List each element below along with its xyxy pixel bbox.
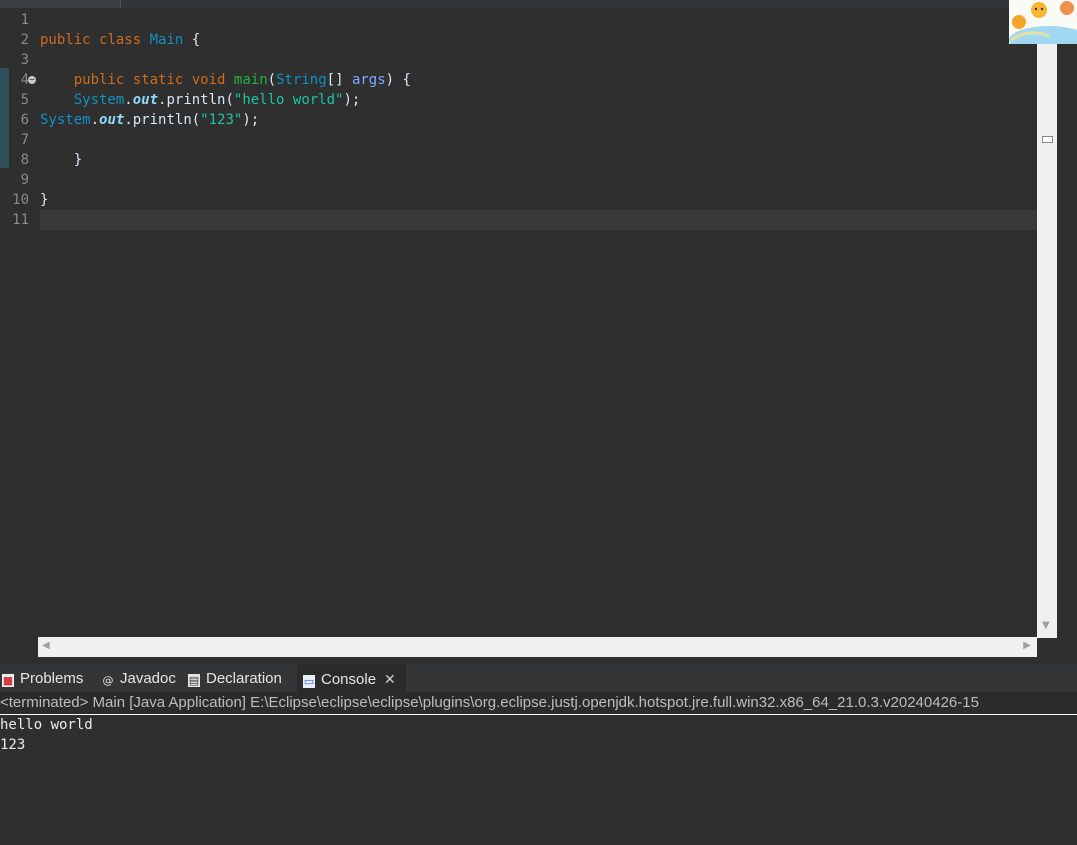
editor-tab-main-java[interactable] [0, 0, 121, 8]
code-line[interactable] [40, 210, 1037, 230]
line-number: 11 [12, 212, 29, 228]
scroll-left-icon[interactable]: ◀ [42, 640, 50, 651]
editor-tab-strip [0, 0, 1077, 8]
java-editor[interactable]: 1 2 3 4− 5 6 7 8 9 10 11 public class Main { publi… [0, 8, 1037, 638]
problems-icon: ■ [2, 674, 14, 687]
overview-ruler [1057, 8, 1077, 658]
code-line[interactable] [40, 10, 1037, 30]
line-number: 6 [20, 112, 29, 128]
fold-collapse-icon[interactable]: − [28, 76, 36, 84]
line-number: 5 [20, 92, 29, 108]
line-number: 9 [20, 172, 29, 188]
code-line[interactable]: System.out.println("hello world"); [40, 90, 1037, 110]
line-number-gutter: 1 2 3 4− 5 6 7 8 9 10 11 [0, 8, 40, 638]
close-icon[interactable]: ✕ [384, 671, 396, 687]
code-line[interactable]: } [40, 190, 1037, 210]
line-number: 10 [12, 192, 29, 208]
code-line[interactable]: System.out.println("123"); [40, 110, 1037, 130]
editor-horizontal-scrollbar[interactable]: ◀ ▶ [38, 637, 1037, 657]
line-number: 3 [20, 52, 29, 68]
console-icon: ▭ [303, 675, 315, 688]
line-number: 8 [20, 152, 29, 168]
javadoc-icon: @ [102, 674, 114, 687]
code-line[interactable] [40, 50, 1037, 70]
console-process-description: <terminated> Main [Java Application] E:\… [0, 692, 1077, 715]
tab-javadoc[interactable]: @ Javadoc [102, 664, 176, 692]
code-line[interactable] [40, 170, 1037, 190]
console-output[interactable]: hello world 123 [0, 715, 1077, 845]
code-line[interactable]: public static void main(String[] args) { [40, 70, 1037, 90]
line-number: 7 [20, 132, 29, 148]
scroll-down-icon[interactable]: ▼ [1042, 620, 1050, 631]
code-line[interactable]: public class Main { [40, 30, 1037, 50]
views-tab-bar: ■ Problems @ Javadoc ▤ Declaration ▭ Console… [0, 664, 1077, 692]
declaration-icon: ▤ [188, 674, 200, 687]
line-number: 2 [20, 32, 29, 48]
overview-ruler-marker[interactable] [1042, 136, 1053, 143]
console-output-line: hello world [0, 717, 93, 733]
scroll-right-icon[interactable]: ▶ [1023, 640, 1031, 651]
tab-console[interactable]: ▭ Console ✕ [297, 664, 406, 692]
avatar-image [1009, 0, 1077, 44]
tab-declaration[interactable]: ▤ Declaration [188, 664, 282, 692]
tab-problems[interactable]: ■ Problems [2, 664, 83, 692]
console-output-line: 123 [0, 737, 26, 753]
code-line[interactable] [40, 130, 1037, 150]
line-number: 4 [20, 72, 29, 88]
editor-vertical-scrollbar[interactable]: ▼ [1037, 8, 1057, 638]
code-line[interactable]: } [40, 150, 1037, 170]
line-number: 1 [20, 12, 29, 28]
